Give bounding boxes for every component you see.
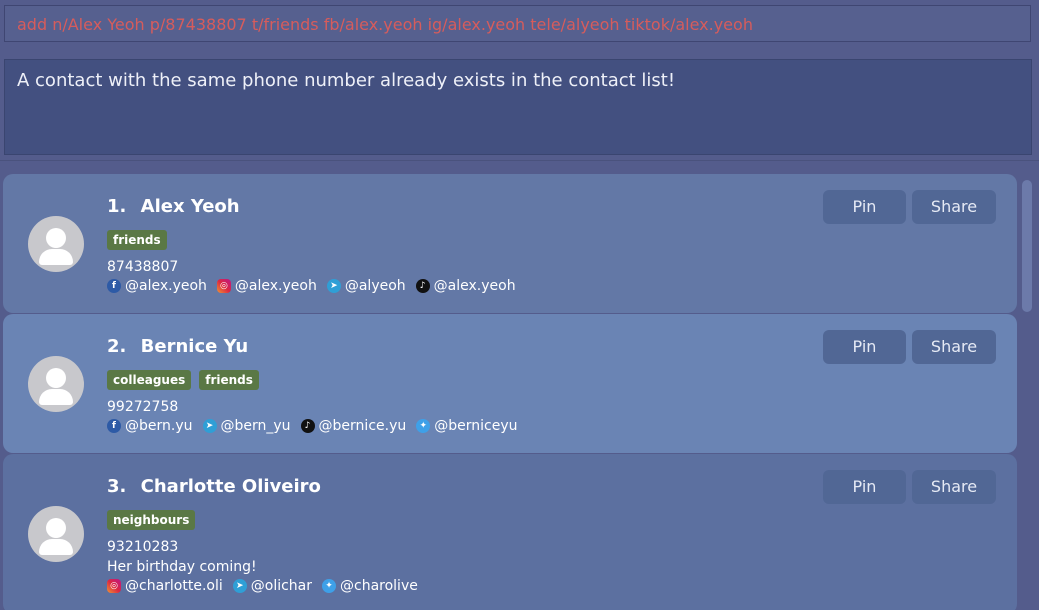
contact-title: 3. Charlotte Oliveiro — [107, 476, 321, 497]
facebook-icon: f — [107, 419, 121, 433]
avatar-icon — [28, 356, 84, 412]
share-button[interactable]: Share — [912, 470, 996, 504]
contact-index: 2. — [107, 336, 127, 357]
share-button[interactable]: Share — [912, 190, 996, 224]
tiktok-icon: ♪ — [300, 419, 315, 433]
pin-button[interactable]: Pin — [823, 190, 906, 224]
contact-index: 3. — [107, 476, 127, 497]
pin-button[interactable]: Pin — [823, 470, 906, 504]
contact-phone: 87438807 — [107, 259, 179, 275]
social-handle: @olichar — [250, 578, 312, 594]
command-box[interactable]: add n/Alex Yeoh p/87438807 t/friends fb/… — [4, 5, 1031, 42]
instagram-icon: ◎ — [216, 279, 231, 293]
instagram-icon: ◎ — [107, 579, 121, 593]
contact-name: Charlotte Oliveiro — [140, 476, 321, 497]
tiktok-icon: ♪ — [415, 279, 430, 293]
social-handle: @bernice.yu — [318, 418, 407, 434]
contact-card[interactable]: 3. Charlotte Oliveiro neighbours 9321028… — [3, 454, 1017, 610]
tag-list: neighbours — [107, 510, 196, 530]
telegram-icon: ➤ — [326, 279, 341, 293]
avatar-icon — [28, 216, 84, 272]
tag: colleagues — [107, 370, 192, 390]
command-input[interactable]: add n/Alex Yeoh p/87438807 t/friends fb/… — [17, 6, 753, 43]
share-button[interactable]: Share — [912, 330, 996, 364]
avatar-icon — [28, 506, 84, 562]
social-handle: @berniceyu — [434, 418, 518, 434]
tag: friends — [107, 230, 167, 250]
tag-list: colleagues friends — [107, 370, 259, 390]
telegram-icon: ➤ — [232, 579, 247, 593]
twitter-icon: ✦ — [416, 419, 431, 433]
social-handle: @alyeoh — [344, 278, 406, 294]
social-handle: @alex.yeoh — [125, 278, 207, 294]
contact-list: 1. Alex Yeoh friends 87438807 f @alex.ye… — [0, 170, 1039, 610]
facebook-icon: f — [107, 279, 121, 293]
contact-phone: 93210283 — [107, 539, 179, 555]
scrollbar-thumb[interactable] — [1022, 180, 1032, 312]
social-handle: @charolive — [340, 578, 418, 594]
result-message: A contact with the same phone number alr… — [17, 70, 676, 91]
social-list: f @alex.yeoh ◎ @alex.yeoh ➤ @alyeoh ♪ @a… — [107, 278, 522, 294]
divider — [0, 160, 1039, 161]
contact-name: Alex Yeoh — [140, 196, 240, 217]
contact-title: 2. Bernice Yu — [107, 336, 248, 357]
social-handle: @alex.yeoh — [433, 278, 516, 294]
telegram-icon: ➤ — [202, 419, 217, 433]
social-list: f @bern.yu ➤ @bern_yu ♪ @bernice.yu ✦ @b… — [107, 418, 524, 434]
contact-name: Bernice Yu — [140, 336, 249, 357]
tag: friends — [199, 370, 259, 390]
social-handle: @bern_yu — [220, 418, 291, 434]
contact-phone: 99272758 — [107, 399, 179, 415]
tag: neighbours — [107, 510, 196, 530]
tag-list: friends — [107, 230, 167, 250]
pin-button[interactable]: Pin — [823, 330, 906, 364]
contact-card[interactable]: 1. Alex Yeoh friends 87438807 f @alex.ye… — [3, 174, 1017, 313]
social-handle: @charlotte.oli — [125, 578, 223, 594]
contact-title: 1. Alex Yeoh — [107, 196, 240, 217]
social-handle: @alex.yeoh — [234, 278, 317, 294]
twitter-icon: ✦ — [322, 579, 336, 593]
social-handle: @bern.yu — [125, 418, 193, 434]
result-display: A contact with the same phone number alr… — [4, 59, 1032, 155]
social-list: ◎ @charlotte.oli ➤ @olichar ✦ @charolive — [107, 578, 424, 594]
contact-card[interactable]: 2. Bernice Yu colleagues friends 9927275… — [3, 314, 1017, 453]
contact-index: 1. — [107, 196, 127, 217]
contact-remark: Her birthday coming! — [107, 559, 257, 575]
